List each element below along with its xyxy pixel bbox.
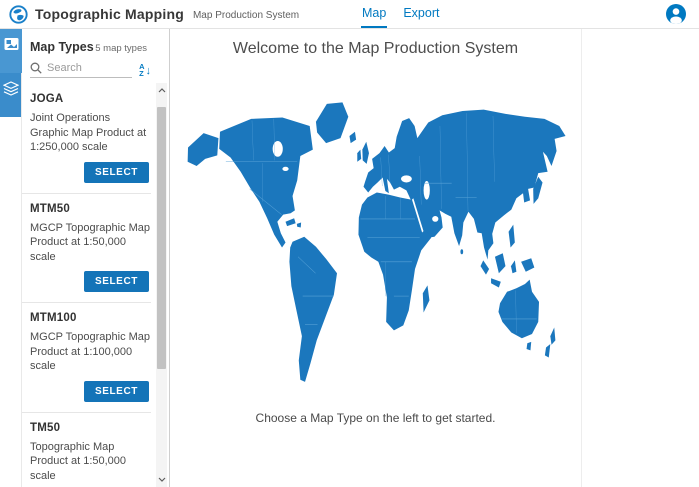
list-item-mtm50: MTM50 MGCP Topographic Map Product at 1:… (22, 194, 151, 304)
header-tabs: Map Export (361, 0, 440, 28)
action-map-types-button[interactable] (0, 29, 22, 73)
search-box (30, 62, 132, 78)
welcome-title: Welcome to the Map Production System (233, 40, 518, 58)
panel-header: Map Types 5 map types (22, 29, 169, 59)
panel-title: Map Types (30, 40, 94, 54)
globe-icon (9, 5, 28, 24)
search-icon (30, 62, 42, 74)
map-type-description: MGCP Topographic Map Product at 1:100,00… (30, 330, 151, 374)
sort-az-icon[interactable]: A Z ↓ (139, 64, 151, 78)
main-area: Welcome to the Map Production System (170, 29, 699, 487)
map-type-description: Joint Operations Graphic Map Product at … (30, 111, 151, 155)
select-button-mtm100[interactable]: SELECT (84, 381, 149, 402)
list-scrollbar[interactable] (156, 83, 167, 487)
app-subtitle: Map Production System (193, 8, 299, 21)
welcome-panel: Welcome to the Map Production System (170, 29, 582, 487)
main-empty-area (582, 29, 699, 487)
map-panel-icon (4, 37, 19, 51)
action-bar (0, 29, 22, 487)
map-type-name: MTM50 (30, 203, 151, 215)
select-button-joga[interactable]: SELECT (84, 162, 149, 183)
search-input[interactable] (47, 62, 132, 74)
map-type-name: MTM100 (30, 312, 151, 324)
app-body: Map Types 5 map types A Z ↓ JOGA (0, 28, 699, 487)
map-types-panel: Map Types 5 map types A Z ↓ JOGA (22, 29, 170, 487)
map-type-list: JOGA Joint Operations Graphic Map Produc… (22, 84, 169, 487)
list-item-tm50: TM50 Topographic Map Product at 1:50,000… (22, 413, 151, 487)
map-type-count: 5 map types (95, 43, 147, 54)
map-type-description: Topographic Map Product at 1:50,000 scal… (30, 440, 151, 484)
map-type-name: JOGA (30, 93, 151, 105)
sort-arrow: ↓ (146, 65, 152, 77)
scroll-up-icon[interactable] (156, 84, 167, 97)
world-map-graphic (181, 96, 571, 389)
list-item-joga: JOGA Joint Operations Graphic Map Produc… (22, 84, 151, 194)
scroll-down-icon[interactable] (156, 473, 167, 486)
map-type-name: TM50 (30, 422, 151, 434)
sort-letter-z: Z (139, 71, 144, 78)
list-item-mtm100: MTM100 MGCP Topographic Map Product at 1… (22, 303, 151, 413)
instruction-text: Choose a Map Type on the left to get sta… (256, 411, 496, 425)
scrollbar-thumb[interactable] (157, 107, 166, 369)
user-account-icon[interactable] (666, 4, 686, 24)
tab-map[interactable]: Map (361, 0, 387, 28)
action-layers-button[interactable] (0, 73, 22, 117)
map-type-description: MGCP Topographic Map Product at 1:50,000… (30, 221, 151, 265)
layers-icon (3, 81, 19, 96)
app-title: Topographic Mapping (35, 6, 184, 22)
app-header: Topographic Mapping Map Production Syste… (0, 0, 699, 28)
select-button-mtm50[interactable]: SELECT (84, 271, 149, 292)
tab-export[interactable]: Export (402, 0, 440, 28)
search-row: A Z ↓ (22, 59, 169, 84)
